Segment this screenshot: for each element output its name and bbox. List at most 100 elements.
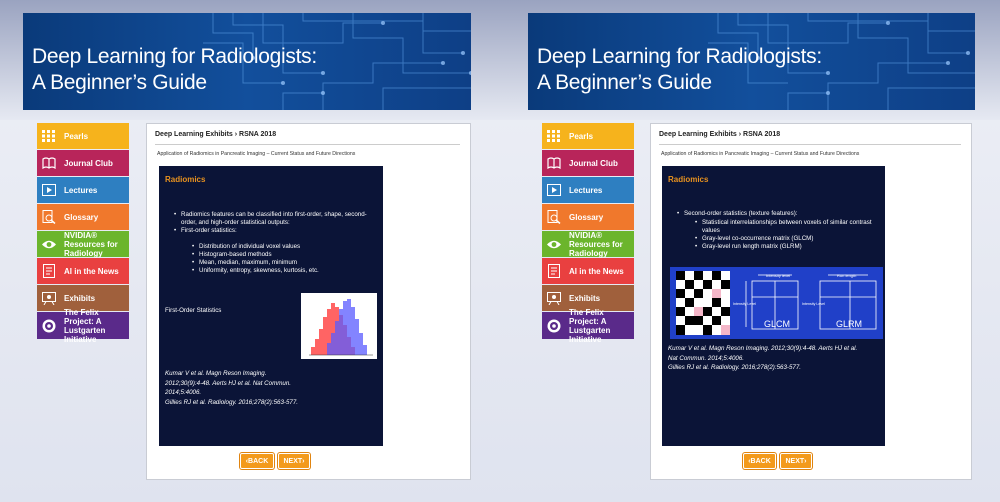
sidebar-item-journal-club[interactable]: Journal Club — [542, 150, 634, 176]
bullet: Radiomics features can be classified int… — [174, 211, 379, 227]
sub-bullet: Statistical interrelationships between v… — [695, 219, 882, 235]
reference-line: 2014;5:4006. — [165, 389, 202, 396]
sidebar-item-label: Pearls — [64, 131, 89, 141]
sidebar-item-label: Glossary — [569, 212, 604, 222]
grid-icon — [41, 129, 56, 143]
easel-icon — [546, 291, 561, 305]
divider — [155, 144, 460, 145]
exhibit-content: Deep Learning Exhibits › RSNA 2018 Appli… — [146, 123, 471, 480]
glcm-label: GLCM — [764, 319, 790, 329]
slide: Radiomics Second-order statistics (textu… — [662, 166, 885, 446]
next-arrow-icon: › — [302, 457, 305, 465]
sidebar-item-label: Exhibits — [64, 293, 96, 303]
site-banner: Deep Learning for Radiologists: A Beginn… — [23, 13, 471, 110]
reference-line: Gillies RJ et al. Radiology. 2016;278(2)… — [165, 398, 298, 406]
slide-title: Radiomics — [668, 175, 709, 184]
sidebar-item-label: Pearls — [569, 131, 594, 141]
left-panel: Deep Learning for Radiologists: A Beginn… — [0, 0, 500, 502]
breadcrumb[interactable]: Deep Learning Exhibits › RSNA 2018 — [155, 131, 276, 138]
sidebar-item-lectures[interactable]: Lectures — [542, 177, 634, 203]
reference-line: 2012;30(9):4-48. Aerts HJ et al. Nat Com… — [165, 379, 291, 387]
sidebar-item-nvidia[interactable]: NVIDIA® Resources for Radiology — [542, 230, 634, 258]
back-label: BACK — [750, 457, 771, 465]
sidebar-item-felix-project[interactable]: The Felix Project: A Lustgarten Initiati… — [37, 308, 129, 344]
sidebar-item-label: NVIDIA® Resources for Radiology — [569, 230, 623, 258]
back-button[interactable]: ‹ BACK — [743, 453, 776, 469]
sidebar-item-label: AI in the News — [569, 266, 624, 276]
sidebar-item-label: Exhibits — [569, 293, 601, 303]
sub-bullet: Distribution of individual voxel values — [192, 243, 379, 251]
banner-title: Deep Learning for Radiologists: A Beginn… — [537, 44, 822, 96]
sidebar-item-ai-news[interactable]: AI in the News — [37, 258, 129, 284]
reference-line: Gillies RJ et al. Radiology. 2016;278(2)… — [668, 364, 801, 371]
next-arrow-icon: › — [804, 457, 807, 465]
histogram-figure — [301, 293, 377, 359]
glcm-side-label: Intensity Level — [733, 302, 756, 306]
play-icon — [546, 183, 561, 197]
back-button[interactable]: ‹ BACK — [240, 453, 274, 469]
glrm-side-label: Intensity Level — [802, 302, 825, 306]
glrm-top-label: Run length — [837, 273, 856, 278]
nvidia-eye-icon — [41, 237, 56, 251]
banner-title-line1: Deep Learning for Radiologists: — [537, 45, 822, 68]
next-label: NEXT — [283, 457, 303, 465]
glcm-glrm-svg: Intensity level Run length Intensity Lev… — [676, 271, 877, 335]
right-panel: Deep Learning for Radiologists: A Beginn… — [500, 0, 1000, 502]
breadcrumb[interactable]: Deep Learning Exhibits › RSNA 2018 — [659, 131, 780, 138]
banner-title-line1: Deep Learning for Radiologists: — [32, 45, 317, 68]
grid-icon — [546, 129, 561, 143]
sub-bullet: Gray-level co-occurrence matrix (GLCM) — [695, 235, 882, 243]
sidebar-item-label: NVIDIA® Resources for Radiology — [64, 230, 118, 258]
exhibit-content: Deep Learning Exhibits › RSNA 2018 Appli… — [650, 123, 972, 480]
sidebar-item-glossary[interactable]: Glossary — [37, 204, 129, 230]
newspaper-icon — [546, 264, 561, 278]
sidebar-item-label: Journal Club — [64, 158, 113, 168]
sidebar-item-glossary[interactable]: Glossary — [542, 204, 634, 230]
reference-line: Kumar V et al. Magn Reson Imaging. — [165, 370, 267, 377]
bullet: First-order statistics: — [174, 227, 379, 235]
banner-title-line2: A Beginner’s Guide — [537, 71, 712, 94]
next-button[interactable]: NEXT › — [780, 453, 812, 469]
sidebar-item-journal-club[interactable]: Journal Club — [37, 150, 129, 176]
sidebar-item-pearls[interactable]: Pearls — [542, 123, 634, 149]
play-icon — [41, 183, 56, 197]
chart-caption: First-Order Statistics — [165, 307, 222, 314]
book-icon — [546, 156, 561, 170]
next-button[interactable]: NEXT › — [278, 453, 310, 469]
magnifier-doc-icon — [546, 210, 561, 224]
easel-icon — [41, 291, 56, 305]
slide: Radiomics Radiomics features can be clas… — [159, 166, 383, 446]
histogram-svg — [309, 299, 373, 356]
sidebar-item-label: Journal Club — [569, 158, 618, 168]
sub-bullet: Mean, median, maximum, minimum — [192, 259, 379, 267]
sub-bullet: Uniformity, entropy, skewness, kurtosis,… — [192, 267, 379, 275]
back-label: BACK — [248, 457, 269, 465]
glrm-label: GLRM — [836, 319, 862, 329]
texture-matrix-figure: Intensity level Run length Intensity Lev… — [670, 267, 883, 339]
sidebar-item-label: Lectures — [64, 185, 98, 195]
banner-title: Deep Learning for Radiologists: A Beginn… — [32, 44, 317, 96]
site-banner: Deep Learning for Radiologists: A Beginn… — [528, 13, 975, 110]
felix-logo-icon — [546, 319, 561, 333]
exhibit-subtitle: Application of Radiomics in Pancreatic I… — [661, 151, 860, 157]
sub-bullet: Gray-level run length matrix (GLRM) — [695, 243, 882, 251]
slide-bullets: Second-order statistics (texture feature… — [677, 210, 880, 218]
sidebar-item-label: Lectures — [569, 185, 603, 195]
sidebar-item-nvidia[interactable]: NVIDIA® Resources for Radiology — [37, 230, 129, 258]
banner-title-line2: A Beginner’s Guide — [32, 71, 207, 94]
reference-line: Nat Commun. 2014;5:4006. — [668, 354, 745, 362]
glcm-top-label: Intensity level — [766, 273, 790, 278]
exhibit-subtitle: Application of Radiomics in Pancreatic I… — [157, 151, 356, 157]
sidebar-item-lectures[interactable]: Lectures — [37, 177, 129, 203]
sidebar-item-label: The Felix Project: A Lustgarten Initiati… — [569, 307, 611, 344]
sidebar-item-ai-news[interactable]: AI in the News — [542, 258, 634, 284]
slide-sub-bullets: Distribution of individual voxel values … — [192, 243, 379, 275]
references: Kumar V et al. Magn Reson Imaging. 2012;… — [165, 369, 380, 407]
sidebar-item-pearls[interactable]: Pearls — [37, 123, 129, 149]
slide-bullets: Radiomics features can be classified int… — [174, 211, 379, 235]
felix-logo-icon — [41, 319, 56, 333]
sidebar-item-felix-project[interactable]: The Felix Project: A Lustgarten Initiati… — [542, 308, 634, 344]
sidebar-item-label: The Felix Project: A Lustgarten Initiati… — [64, 307, 106, 344]
sub-bullet: Histogram-based methods — [192, 251, 379, 259]
magnifier-doc-icon — [41, 210, 56, 224]
